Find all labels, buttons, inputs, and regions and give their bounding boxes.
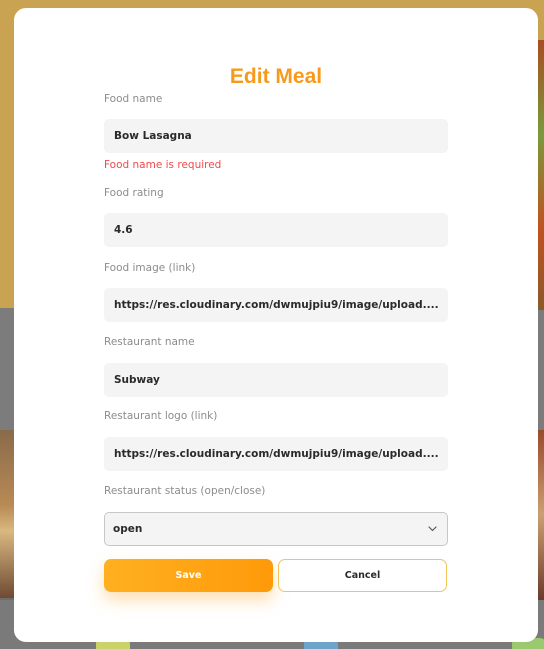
modal-title: Edit Meal <box>229 65 323 88</box>
food-rating-label: Food rating <box>104 187 164 199</box>
food-rating-input[interactable] <box>104 213 448 247</box>
restaurant-status-label: Restaurant status (open/close) <box>104 485 266 497</box>
restaurant-name-label: Restaurant name <box>104 336 195 348</box>
food-image-input[interactable] <box>104 288 448 322</box>
save-button[interactable]: Save <box>104 559 273 592</box>
food-name-label: Food name <box>104 93 163 105</box>
restaurant-status-value: open <box>113 523 143 535</box>
chevron-down-icon <box>427 524 437 534</box>
cancel-button[interactable]: Cancel <box>278 559 447 592</box>
food-name-error: Food name is required <box>104 159 222 171</box>
restaurant-status-select[interactable]: open <box>104 512 448 546</box>
edit-meal-modal: Edit Meal Food name Food name is require… <box>14 8 538 642</box>
food-image-label: Food image (link) <box>104 262 196 274</box>
restaurant-logo-input[interactable] <box>104 437 448 471</box>
restaurant-logo-label: Restaurant logo (link) <box>104 410 218 422</box>
restaurant-name-input[interactable] <box>104 363 448 397</box>
food-name-input[interactable] <box>104 119 448 153</box>
